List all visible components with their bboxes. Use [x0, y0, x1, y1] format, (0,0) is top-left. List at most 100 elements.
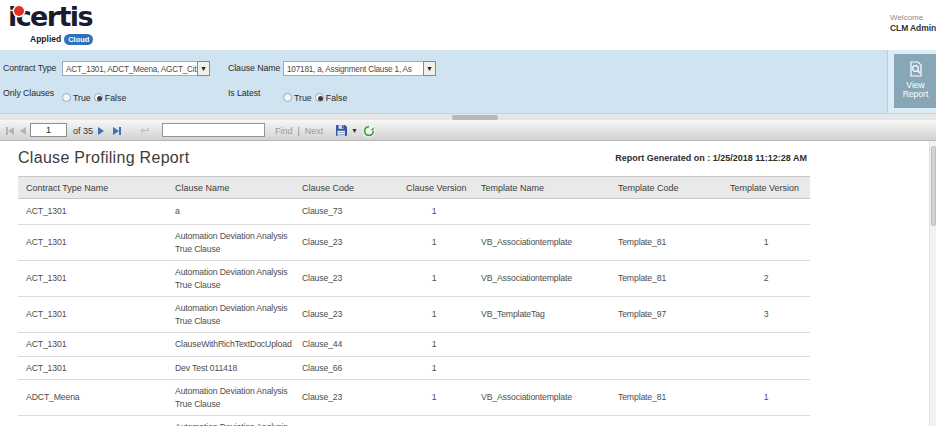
table-cell [610, 416, 722, 426]
contract-type-dropdown-button[interactable]: ▼ [197, 61, 210, 76]
refresh-icon [362, 124, 376, 138]
table-cell: Dev Test 011418 [167, 356, 294, 380]
table-cell [470, 199, 610, 225]
logo-subtitle: AppliedCloud [30, 34, 93, 45]
table-cell: Clause_73 [294, 199, 398, 225]
table-cell: ClauseWithRichTextDocUpload [167, 333, 294, 357]
is-latest-false-radio[interactable] [315, 93, 324, 102]
prev-page-button[interactable] [20, 120, 26, 141]
refresh-button[interactable] [362, 120, 376, 141]
column-header: Clause Name [167, 177, 294, 199]
table-cell: Template_97 [610, 297, 722, 333]
table-cell: Template_81 [610, 261, 722, 297]
find-next-button[interactable]: Next [305, 126, 324, 136]
table-cell [470, 416, 610, 426]
report-table-header: Contract Type NameClause NameClause Code… [18, 177, 810, 199]
table-cell: ADCT_Meena [18, 416, 167, 426]
back-to-parent-button[interactable]: ↩ [140, 120, 149, 141]
column-header: Template Version [722, 177, 810, 199]
welcome-block: Welcome CLM Admin [890, 13, 936, 33]
clause-name-input[interactable]: 107181, a, Assignment Clause 1, As [283, 61, 424, 76]
table-cell: 1 [398, 297, 470, 333]
report-title: Clause Profiling Report [18, 149, 189, 167]
table-cell: VB_Associationtemplate [470, 225, 610, 261]
view-report-zone: ViewReport [887, 50, 936, 113]
table-row: ADCT_MeenaAutomation Deviation Analysis … [18, 380, 810, 416]
table-cell: Clause_23 [294, 380, 398, 416]
vertical-scrollbar[interactable] [929, 141, 936, 426]
table-cell: 1 [398, 416, 470, 426]
table-cell [722, 199, 810, 225]
is-latest-true-radio[interactable] [283, 93, 292, 102]
only-clauses-true-radio[interactable] [62, 93, 71, 102]
report-table: Contract Type NameClause NameClause Code… [18, 176, 810, 426]
logo-cloud-badge: Cloud [64, 34, 93, 45]
export-save-icon [335, 124, 348, 137]
contract-type-label: Contract Type [3, 63, 56, 73]
table-row: ACT_1301Dev Test 011418Clause_661 [18, 356, 810, 380]
report-generated-on: Report Generated on : 1/25/2018 11:12:28… [615, 153, 807, 163]
column-header: Clause Version [398, 177, 470, 199]
table-cell: Automation Deviation Analysis True Claus… [167, 225, 294, 261]
table-cell: ACT_1301 [18, 356, 167, 380]
table-row: ACT_1301Automation Deviation Analysis Tr… [18, 225, 810, 261]
table-cell: Automation Deviation Analysis True Claus… [167, 297, 294, 333]
table-cell: ADCT_Meena [18, 380, 167, 416]
table-cell: 1 [722, 225, 810, 261]
find-text-input[interactable] [162, 123, 265, 137]
is-latest-false-label: False [326, 93, 348, 103]
table-cell [722, 416, 810, 426]
find-next-controls: Find | Next [275, 120, 323, 141]
table-row: ACT_1301Automation Deviation Analysis Tr… [18, 261, 810, 297]
horizontal-scrollbar[interactable] [0, 113, 936, 120]
next-page-button[interactable] [98, 120, 104, 141]
table-row: ACT_1301Automation Deviation Analysis Tr… [18, 297, 810, 333]
export-button[interactable] [335, 120, 348, 141]
caret-down-icon: ▼ [351, 127, 358, 134]
column-header: Clause Code [294, 177, 398, 199]
table-cell: VB_Associationtemplate [470, 380, 610, 416]
view-report-button[interactable]: ViewReport [894, 54, 936, 108]
table-cell: Clause_66 [294, 356, 398, 380]
welcome-label: Welcome [890, 13, 923, 22]
table-cell: 2 [722, 261, 810, 297]
export-menu-caret[interactable]: ▼ [351, 120, 358, 141]
table-cell [610, 333, 722, 357]
table-cell: 3 [722, 297, 810, 333]
page-count-label: of 35 [73, 120, 93, 141]
table-cell: 1 [722, 380, 810, 416]
clause-name-label: Clause Name [228, 63, 280, 73]
logo-text: icertis [8, 2, 118, 32]
table-cell: Clause_44 [294, 333, 398, 357]
table-cell: Template_81 [610, 380, 722, 416]
table-cell: Clause_23 [294, 416, 398, 426]
table-cell: Automation Deviation Analysis True Claus… [167, 261, 294, 297]
is-latest-true-label: True [294, 93, 312, 103]
contract-type-input[interactable]: ACT_1301, ADCT_Meena, AGCT_Cit [62, 61, 198, 76]
find-button[interactable]: Find [275, 126, 293, 136]
only-clauses-true-label: True [73, 93, 91, 103]
page-number-input[interactable]: 1 [30, 123, 67, 137]
table-cell: Clause_23 [294, 261, 398, 297]
table-cell: ACT_1301 [18, 261, 167, 297]
first-page-button[interactable] [6, 120, 14, 141]
table-cell: 1 [398, 380, 470, 416]
table-cell: 1 [398, 225, 470, 261]
table-row: ACT_1301ClauseWithRichTextDocUploadClaus… [18, 333, 810, 357]
table-cell: ACT_1301 [18, 297, 167, 333]
table-cell: Automation Deviation Analysis True Claus… [167, 380, 294, 416]
chevron-down-icon: ▼ [426, 65, 433, 72]
clause-name-dropdown-button[interactable]: ▼ [423, 61, 436, 76]
only-clauses-false-label: False [105, 93, 127, 103]
chevron-down-icon: ▼ [200, 65, 207, 72]
table-cell: VB_Associationtemplate [470, 261, 610, 297]
table-cell: 1 [398, 199, 470, 225]
table-cell: Clause_23 [294, 225, 398, 261]
only-clauses-false-radio[interactable] [94, 93, 103, 102]
table-cell: Template_81 [610, 225, 722, 261]
prev-page-icon [20, 127, 26, 135]
table-cell: a [167, 199, 294, 225]
table-row: ACT_1301aClause_731 [18, 199, 810, 225]
vertical-scrollbar-thumb[interactable] [931, 146, 936, 226]
last-page-button[interactable] [113, 120, 121, 141]
